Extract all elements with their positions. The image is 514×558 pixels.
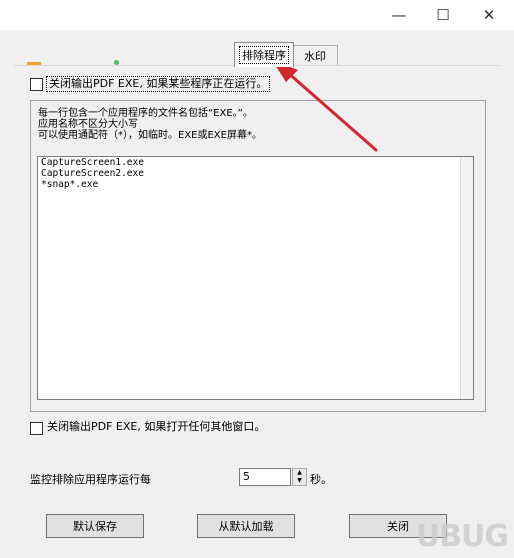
monitor-interval-label: 监控排除应用程序运行每 (30, 473, 151, 486)
tab-watermark[interactable]: 水印 (292, 45, 338, 66)
close-if-running-label: 关闭输出PDF EXE, 如果某些程序正在运行。 (46, 76, 271, 92)
load-default-button[interactable]: 从默认加载 (197, 514, 295, 538)
close-if-running-checkbox[interactable] (30, 78, 43, 91)
interval-unit-label: 秒。 (310, 473, 332, 486)
minimize-button[interactable]: — (378, 0, 420, 30)
list-item[interactable]: CaptureScreen1.exe (38, 157, 473, 168)
interval-spinner[interactable]: ▲ ▼ (292, 468, 307, 486)
spin-down-icon[interactable]: ▼ (293, 477, 306, 485)
description-line-2: 应用名称不区分大小写 (38, 119, 138, 130)
list-item[interactable]: CaptureScreen2.exe (38, 168, 473, 179)
list-item[interactable]: *snap*.exe (38, 179, 473, 190)
vertical-scrollbar[interactable] (460, 157, 473, 399)
close-if-other-window-label: 关闭输出PDF EXE, 如果打开任何其他窗口。 (47, 420, 266, 433)
tab-watermark-label: 水印 (304, 50, 326, 63)
close-if-other-window-checkbox[interactable] (30, 422, 43, 435)
maximize-button[interactable]: ☐ (422, 0, 464, 30)
save-default-button[interactable]: 默认保存 (46, 514, 144, 538)
close-window-button[interactable]: ✕ (468, 0, 510, 30)
site-watermark: UBUG (415, 519, 509, 554)
description-text: 每一行包含一个应用程序的文件名包括“EXE。”。 应用名称不区分大小写 可以使用通配… (38, 108, 262, 141)
description-line-3: 可以使用通配符（*），如临时。EXE或EXE屏幕*。 (38, 130, 262, 141)
tab-exclude-programs[interactable]: 排除程序 (234, 42, 294, 67)
tab-exclude-programs-label: 排除程序 (239, 46, 289, 64)
exclude-list-box[interactable]: CaptureScreen1.exe CaptureScreen2.exe *s… (37, 156, 474, 400)
spin-up-icon[interactable]: ▲ (293, 469, 306, 477)
description-line-1: 每一行包含一个应用程序的文件名包括“EXE。”。 (38, 108, 253, 119)
monitor-interval-input[interactable]: 5 (239, 468, 291, 486)
